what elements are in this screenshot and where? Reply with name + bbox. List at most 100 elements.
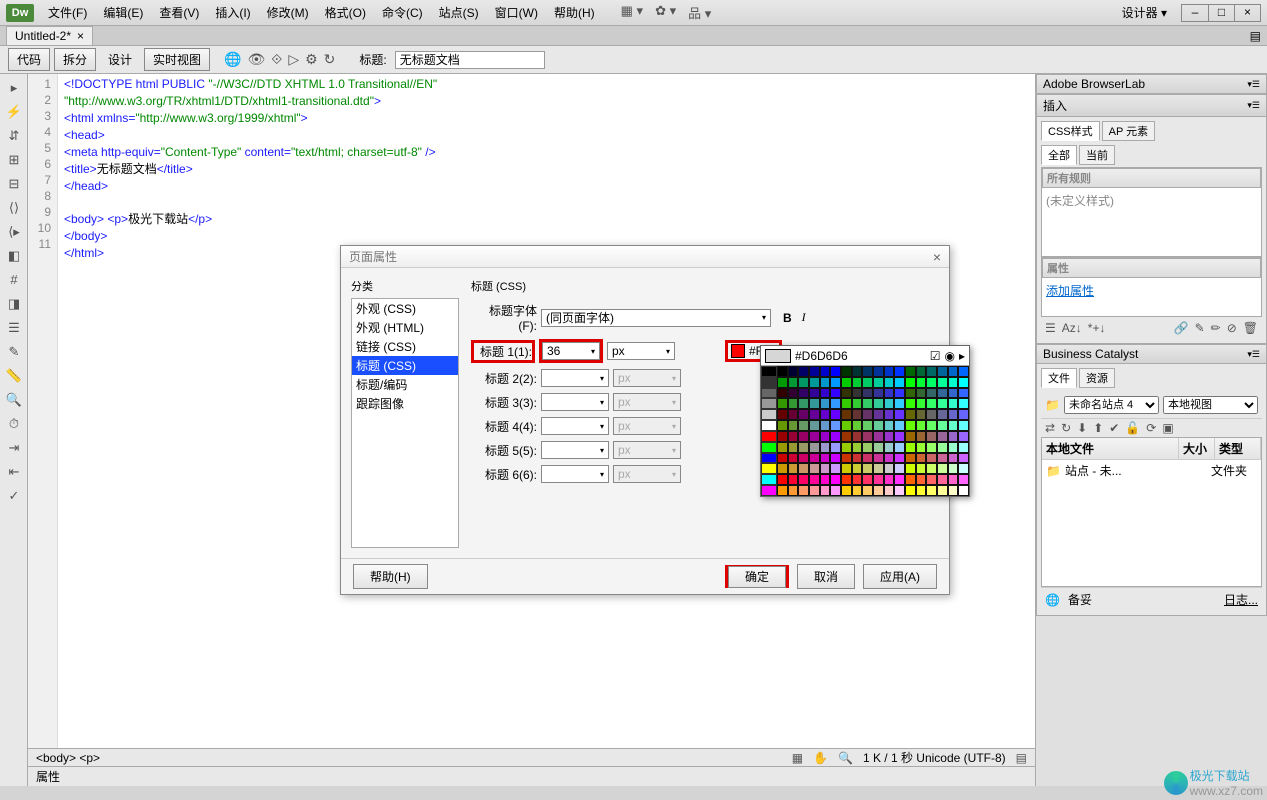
menu-file[interactable]: 文件(F)	[42, 2, 93, 23]
workspace-switcher[interactable]: 设计器 ▾	[1114, 2, 1175, 23]
window-minimize[interactable]: –	[1182, 5, 1208, 21]
extend-icon[interactable]: ✿ ▾	[655, 3, 676, 22]
attach-css-icon[interactable]: 🔗	[1174, 321, 1189, 335]
preview-icon[interactable]: 👁	[248, 51, 266, 68]
color-picker[interactable]: #D6D6D6 ☑ ◉ ▸	[760, 345, 970, 497]
highlight-icon[interactable]: ◨	[4, 296, 24, 314]
open-tools-icon[interactable]: ▸	[4, 80, 24, 98]
checkin-icon[interactable]: 🔓	[1125, 421, 1140, 435]
local-files-header[interactable]: 本地文件	[1042, 438, 1179, 459]
h1-unit-select[interactable]: px▾	[607, 342, 675, 360]
window-maximize[interactable]: □	[1208, 5, 1234, 21]
menu-window[interactable]: 窗口(W)	[489, 2, 544, 23]
parent-tag-icon[interactable]: ⟨⟩	[4, 200, 24, 218]
ok-button[interactable]: 确定	[728, 566, 786, 588]
type-header[interactable]: 类型	[1215, 438, 1261, 459]
category-item[interactable]: 标题/编码	[352, 375, 458, 394]
color-grid[interactable]	[777, 366, 969, 496]
rules-list[interactable]: 所有规则 (未定义样式)	[1041, 167, 1262, 257]
tag-path[interactable]: <body> <p>	[36, 751, 100, 765]
show-set-icon[interactable]: *+↓	[1088, 321, 1106, 335]
new-rule-icon[interactable]: ✎	[1195, 321, 1205, 335]
all-button[interactable]: 全部	[1041, 145, 1077, 165]
menu-site[interactable]: 站点(S)	[433, 2, 485, 23]
category-item[interactable]: 外观 (HTML)	[352, 318, 458, 337]
menu-edit[interactable]: 编辑(E)	[97, 2, 149, 23]
edit-rule-icon[interactable]: ✏	[1211, 321, 1221, 335]
window-close[interactable]: ×	[1234, 5, 1260, 21]
browserlab-panel[interactable]: Adobe BrowserLab▾☰	[1036, 74, 1267, 94]
menu-format[interactable]: 格式(O)	[319, 2, 372, 23]
menu-view[interactable]: 查看(V)	[153, 2, 205, 23]
category-item[interactable]: 跟踪图像	[352, 394, 458, 413]
show-list-icon[interactable]: Aᴢ↓	[1062, 321, 1082, 335]
layout-icon[interactable]: ▦ ▾	[621, 3, 643, 22]
checkout-icon[interactable]: ✔	[1109, 421, 1119, 435]
sync-icon[interactable]: 品 ▾	[688, 3, 711, 22]
files-tab[interactable]: 文件	[1041, 368, 1077, 388]
line-num-icon[interactable]: #	[4, 272, 24, 290]
menu-command[interactable]: 命令(C)	[376, 2, 429, 23]
font-select[interactable]: (同页面字体)▾	[541, 309, 771, 327]
italic-button[interactable]: I	[802, 310, 806, 325]
collapse-icon[interactable]: ⊞	[4, 152, 24, 170]
document-options-icon[interactable]: ▤	[1250, 29, 1261, 43]
refresh-files-icon[interactable]: ↻	[1061, 421, 1071, 435]
document-tab-close[interactable]: ×	[77, 29, 84, 43]
no-color-icon[interactable]: ☑	[930, 349, 941, 363]
split-view-button[interactable]: 拆分	[54, 48, 96, 71]
format-icon[interactable]: ✓	[4, 488, 24, 506]
show-category-icon[interactable]: ☰	[1045, 321, 1056, 335]
hand-tool-icon[interactable]: ✋	[813, 751, 828, 765]
category-item-selected[interactable]: 标题 (CSS)	[352, 356, 458, 375]
h3-size-select[interactable]: ▾	[541, 393, 609, 411]
ap-elements-tab[interactable]: AP 元素	[1102, 121, 1156, 141]
globe-icon[interactable]: 🌐	[224, 51, 241, 68]
cancel-button[interactable]: 取消	[797, 564, 855, 589]
dialog-close-icon[interactable]: ×	[933, 249, 941, 265]
options-icon[interactable]: ⚙	[305, 51, 318, 68]
log-link[interactable]: 日志...	[1224, 591, 1258, 608]
select-tool-icon[interactable]: ▦	[792, 751, 803, 765]
properties-list[interactable]: 属性 添加属性	[1041, 257, 1262, 317]
h2-size-select[interactable]: ▾	[541, 369, 609, 387]
outdent-icon[interactable]: ⇤	[4, 464, 24, 482]
resources-tab[interactable]: 资源	[1079, 368, 1115, 388]
h5-size-select[interactable]: ▾	[541, 441, 609, 459]
menu-help[interactable]: 帮助(H)	[548, 2, 601, 23]
menu-insert[interactable]: 插入(I)	[209, 2, 256, 23]
select-parent-icon[interactable]: ⟨▸	[4, 224, 24, 242]
expand-files-icon[interactable]: ▣	[1162, 421, 1173, 435]
code-view-button[interactable]: 代码	[8, 48, 50, 71]
view-dropdown[interactable]: 本地视图	[1163, 396, 1258, 414]
business-catalyst-panel[interactable]: Business Catalyst▾☰	[1036, 344, 1267, 364]
find-icon[interactable]: 🔍	[4, 392, 24, 410]
syntax-icon[interactable]: ✎	[4, 344, 24, 362]
disable-rule-icon[interactable]: ⊘	[1227, 321, 1237, 335]
collapse-full-icon[interactable]: ⊟	[4, 176, 24, 194]
expand-all-icon[interactable]: ⇵	[4, 128, 24, 146]
h1-size-select[interactable]: 36▾	[542, 342, 600, 360]
nav-icon[interactable]: ▷	[288, 51, 299, 68]
validate-icon[interactable]: ⟐	[271, 51, 282, 68]
title-input[interactable]	[395, 51, 545, 69]
connect-icon[interactable]: ⇄	[1045, 421, 1055, 435]
panel-options-icon[interactable]: ▤	[1016, 751, 1027, 765]
color-shortcuts[interactable]	[761, 366, 777, 496]
menu-modify[interactable]: 修改(M)	[261, 2, 315, 23]
h4-size-select[interactable]: ▾	[541, 417, 609, 435]
h1-color-swatch[interactable]	[731, 344, 745, 358]
system-color-icon[interactable]: ◉	[944, 349, 954, 363]
delete-rule-icon[interactable]: 🗑	[1243, 321, 1258, 335]
sync-files-icon[interactable]: ⟳	[1146, 421, 1156, 435]
refresh-icon[interactable]: ↻	[324, 51, 336, 68]
size-header[interactable]: 大小	[1179, 438, 1215, 459]
recent-icon[interactable]: ⏱	[4, 416, 24, 434]
snippets-icon[interactable]: ⚡	[4, 104, 24, 122]
add-property-link[interactable]: 添加属性	[1046, 284, 1094, 298]
file-row[interactable]: 📁 站点 - 未... 文件夹	[1042, 460, 1261, 481]
files-table[interactable]: 本地文件 大小 类型 📁 站点 - 未... 文件夹	[1041, 437, 1262, 587]
design-view-button[interactable]: 设计	[100, 49, 140, 70]
category-item[interactable]: 外观 (CSS)	[352, 299, 458, 318]
bold-button[interactable]: B	[783, 311, 792, 325]
